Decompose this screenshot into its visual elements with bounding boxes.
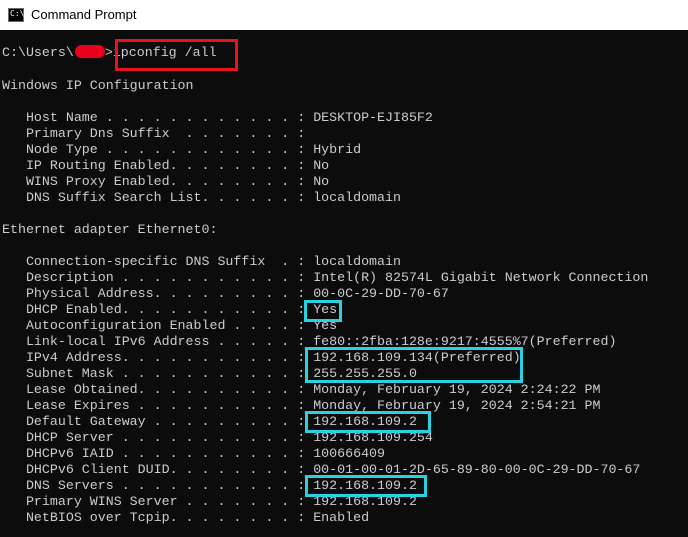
- primary-dns-suffix-label: Primary Dns Suffix . . . . . . . :: [2, 126, 314, 141]
- subnet-mask-label: Subnet Mask . . . . . . . . . . . :: [2, 366, 314, 381]
- ip-routing-line: IP Routing Enabled. . . . . . . . : No: [2, 158, 329, 174]
- dns-servers-value: 192.168.109.2: [313, 478, 417, 493]
- command-prompt-window: C:\ Command Prompt C:\Users\ >ipconfig /a…: [0, 0, 688, 537]
- dns-servers-line: DNS Servers . . . . . . . . . . . : 192.…: [2, 478, 417, 494]
- dhcpv6-duid-value: 00-01-00-01-2D-65-89-80-00-0C-29-DD-70-6…: [313, 462, 641, 477]
- dhcp-enabled-line: DHCP Enabled. . . . . . . . . . . : Yes: [2, 302, 337, 318]
- wins-proxy-value: No: [313, 174, 330, 189]
- autoconfig-label: Autoconfiguration Enabled . . . . :: [2, 318, 314, 333]
- conn-dns-suffix-line: Connection-specific DNS Suffix . : local…: [2, 254, 401, 270]
- default-gateway-label: Default Gateway . . . . . . . . . :: [2, 414, 314, 429]
- title-bar[interactable]: C:\ Command Prompt: [0, 0, 688, 30]
- console-output[interactable]: C:\Users\ >ipconfig /all Windows IP Confi…: [0, 30, 688, 537]
- dhcp-enabled-value: Yes: [313, 302, 338, 317]
- primary-wins-value: 192.168.109.2: [313, 494, 417, 509]
- dhcp-server-label: DHCP Server . . . . . . . . . . . :: [2, 430, 314, 445]
- dns-suffix-search-label: DNS Suffix Search List. . . . . . :: [2, 190, 314, 205]
- node-type-value: Hybrid: [313, 142, 362, 157]
- prompt-path-prefix: C:\Users\: [2, 45, 74, 60]
- host-name-value: DESKTOP-EJI85F2: [313, 110, 433, 125]
- dns-suffix-search-value: localdomain: [313, 190, 401, 205]
- lease-obtained-label: Lease Obtained. . . . . . . . . . :: [2, 382, 314, 397]
- ip-routing-label: IP Routing Enabled. . . . . . . . :: [2, 158, 314, 173]
- lease-obtained-line: Lease Obtained. . . . . . . . . . : Mond…: [2, 382, 601, 398]
- lease-expires-line: Lease Expires . . . . . . . . . . : Mond…: [2, 398, 601, 414]
- prompt-path-suffix: >: [104, 45, 113, 60]
- prompt-line: C:\Users\ >ipconfig /all: [2, 45, 217, 61]
- subnet-mask-value: 255.255.255.0: [313, 366, 417, 381]
- description-label: Description . . . . . . . . . . . :: [2, 270, 314, 285]
- ip-config-header: Windows IP Configuration: [2, 78, 194, 93]
- primary-dns-suffix-line: Primary Dns Suffix . . . . . . . :: [2, 126, 313, 142]
- link-local-ipv6-label: Link-local IPv6 Address . . . . . :: [2, 334, 314, 349]
- netbios-value: Enabled: [313, 510, 370, 525]
- host-name-label: Host Name . . . . . . . . . . . . :: [2, 110, 314, 125]
- dns-servers-label: DNS Servers . . . . . . . . . . . :: [2, 478, 314, 493]
- prompt-command: ipconfig /all: [112, 45, 217, 60]
- primary-wins-label: Primary WINS Server . . . . . . . :: [2, 494, 314, 509]
- subnet-mask-line: Subnet Mask . . . . . . . . . . . : 255.…: [2, 366, 417, 382]
- netbios-label: NetBIOS over Tcpip. . . . . . . . :: [2, 510, 314, 525]
- autoconfig-line: Autoconfiguration Enabled . . . . : Yes: [2, 318, 337, 334]
- netbios-line: NetBIOS over Tcpip. . . . . . . . : Enab…: [2, 510, 369, 526]
- default-gateway-value: 192.168.109.2: [313, 414, 417, 429]
- cmd-icon: C:\: [8, 8, 24, 22]
- ipv4-address-value: 192.168.109.134(Preferred): [313, 350, 521, 365]
- dhcp-enabled-label: DHCP Enabled. . . . . . . . . . . :: [2, 302, 314, 317]
- lease-obtained-value: Monday, February 19, 2024 2:24:22 PM: [313, 382, 601, 397]
- node-type-label: Node Type . . . . . . . . . . . . :: [2, 142, 314, 157]
- description-value: Intel(R) 82574L Gigabit Network Connecti…: [313, 270, 649, 285]
- lease-expires-label: Lease Expires . . . . . . . . . . :: [2, 398, 314, 413]
- dhcpv6-iaid-label: DHCPv6 IAID . . . . . . . . . . . :: [2, 446, 314, 461]
- autoconfig-value: Yes: [313, 318, 338, 333]
- lease-expires-value: Monday, February 19, 2024 2:54:21 PM: [313, 398, 601, 413]
- link-local-ipv6-value: fe80::2fba:128e:9217:4555%7(Preferred): [313, 334, 617, 349]
- window-title: Command Prompt: [31, 7, 137, 22]
- physical-address-value: 00-0C-29-DD-70-67: [313, 286, 449, 301]
- description-line: Description . . . . . . . . . . . : Inte…: [2, 270, 648, 286]
- dhcpv6-duid-label: DHCPv6 Client DUID. . . . . . . . :: [2, 462, 314, 477]
- redacted-username: [74, 45, 105, 58]
- adapter-header: Ethernet adapter Ethernet0:: [2, 222, 218, 237]
- dhcp-server-line: DHCP Server . . . . . . . . . . . : 192.…: [2, 430, 433, 446]
- node-type-line: Node Type . . . . . . . . . . . . : Hybr…: [2, 142, 361, 158]
- wins-proxy-line: WINS Proxy Enabled. . . . . . . . : No: [2, 174, 329, 190]
- ip-routing-value: No: [313, 158, 330, 173]
- ipv4-address-line: IPv4 Address. . . . . . . . . . . : 192.…: [2, 350, 521, 366]
- dns-suffix-search-line: DNS Suffix Search List. . . . . . : loca…: [2, 190, 401, 206]
- dhcpv6-iaid-line: DHCPv6 IAID . . . . . . . . . . . : 1006…: [2, 446, 385, 462]
- dhcpv6-iaid-value: 100666409: [313, 446, 386, 461]
- cmd-icon-glyph: C:\: [10, 9, 25, 18]
- physical-address-label: Physical Address. . . . . . . . . :: [2, 286, 314, 301]
- physical-address-line: Physical Address. . . . . . . . . : 00-0…: [2, 286, 449, 302]
- conn-dns-suffix-label: Connection-specific DNS Suffix . :: [2, 254, 314, 269]
- conn-dns-suffix-value: localdomain: [313, 254, 401, 269]
- host-name-line: Host Name . . . . . . . . . . . . : DESK…: [2, 110, 433, 126]
- dhcp-server-value: 192.168.109.254: [313, 430, 433, 445]
- default-gateway-line: Default Gateway . . . . . . . . . : 192.…: [2, 414, 417, 430]
- wins-proxy-label: WINS Proxy Enabled. . . . . . . . :: [2, 174, 314, 189]
- dhcpv6-duid-line: DHCPv6 Client DUID. . . . . . . . : 00-0…: [2, 462, 640, 478]
- primary-wins-line: Primary WINS Server . . . . . . . : 192.…: [2, 494, 417, 510]
- link-local-ipv6-line: Link-local IPv6 Address . . . . . : fe80…: [2, 334, 616, 350]
- ipv4-address-label: IPv4 Address. . . . . . . . . . . :: [2, 350, 314, 365]
